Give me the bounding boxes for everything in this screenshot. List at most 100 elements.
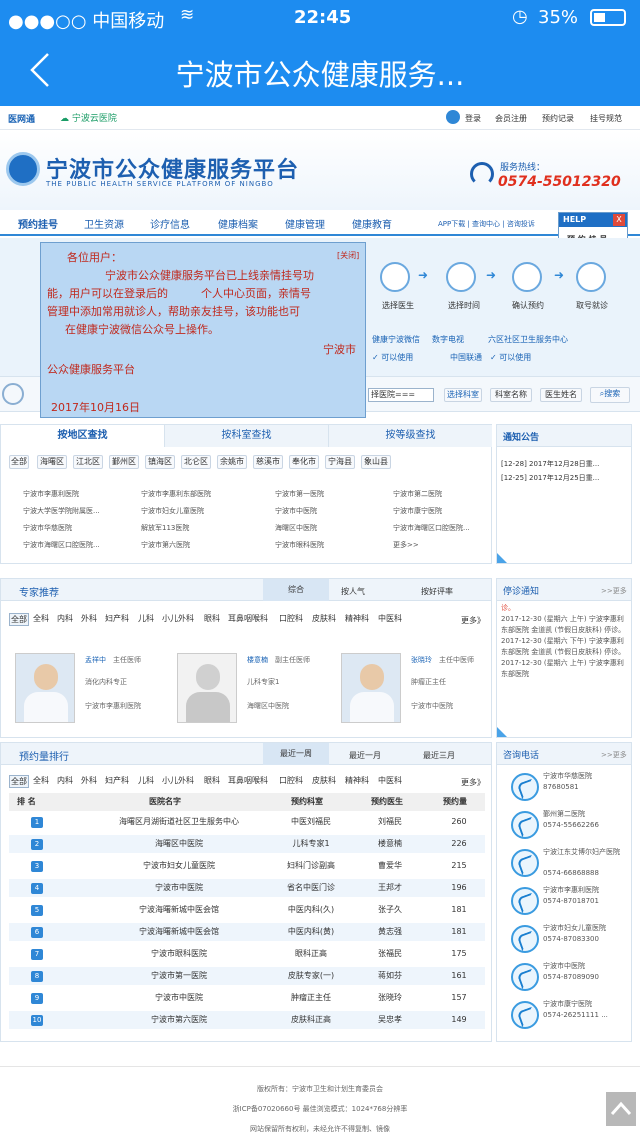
dept-tab[interactable]: 儿科 [138,775,154,786]
menu-resources[interactable]: 卫生资源 [84,216,124,231]
consult-hospital[interactable]: 宁波市李惠利医院 [543,885,629,895]
cloud-hospital-logo[interactable]: ☁ 宁波云医院 [60,111,117,124]
hospital-link[interactable]: 宁波市第六医院 [141,540,251,550]
hospital-select[interactable]: 择医院=== [368,388,434,402]
hospital-link[interactable]: 更多>> [393,540,503,550]
hospital-link[interactable]: 宁波市康宁医院 [393,506,503,516]
back-to-top-button[interactable] [606,1092,636,1126]
register-link[interactable]: 会员注册 [495,113,527,124]
table-row[interactable]: 4 宁波市中医院 省名中医门诊 王邦才 196 [9,879,485,897]
channel-unicom[interactable]: 中国联通 [450,352,482,363]
consult-hospital[interactable]: 宁波市妇女儿童医院 [543,923,629,933]
menu-right-links[interactable]: APP下载 | 查询中心 | 咨询投诉 [438,219,535,229]
doctor-photo[interactable] [15,653,75,723]
consult-hospital[interactable]: 鄞州第二医院 [543,809,629,819]
table-row[interactable]: 9 宁波市中医院 肿瘤正主任 张晓玲 157 [9,989,485,1007]
hospital-link[interactable]: 解放军113医院 [141,523,251,533]
rank-week-tab[interactable]: 最近一周 [263,743,329,765]
dept-tab[interactable]: 全科 [33,775,49,786]
tab-level[interactable]: 按等级查找 [329,425,492,447]
hospital-link[interactable]: 宁波市李惠利东部医院 [141,489,251,499]
district-item[interactable]: 宁海县 [325,455,355,469]
district-item[interactable]: 余姚市 [217,455,247,469]
hospital-link[interactable]: 宁波市海曙区口腔医院... [23,540,133,550]
menu-education[interactable]: 健康教育 [352,216,392,231]
stop-item[interactable]: 2017-12-30 (星期六 上午) 宁波李惠利东部医院 [501,658,629,680]
hospital-link[interactable]: 宁波市第一医院 [275,489,385,499]
hospital-link[interactable]: 宁波市妇女儿童医院 [141,506,251,516]
district-item[interactable]: 奉化市 [289,455,319,469]
dept-tab[interactable]: 全部 [9,613,29,626]
hospital-link[interactable]: 宁波市第二医院 [393,489,503,499]
dept-tab[interactable]: 全科 [33,613,49,624]
popup-close-button[interactable]: [关闭] [337,247,359,265]
tab-dept[interactable]: 按科室查找 [165,425,329,447]
table-row[interactable]: 1 海曙区月湖街道社区卫生服务中心 中医刘福民 刘福民 260 [9,813,485,831]
dept-tab[interactable]: 内科 [57,775,73,786]
dept-tab[interactable]: 精神科 [345,613,369,624]
menu-management[interactable]: 健康管理 [285,216,325,231]
rank-3month-tab[interactable]: 最近三月 [423,750,455,761]
consult-hospital[interactable]: 宁波市中医院 [543,961,629,971]
dept-name-input[interactable]: 科室名称 [490,388,532,402]
channel-community[interactable]: 六区社区卫生服务中心 [488,334,568,345]
hospital-link[interactable]: 海曙区中医院 [275,523,385,533]
channel-wechat[interactable]: 健康宁波微信 [372,334,420,345]
sort-rating[interactable]: 按好评率 [421,586,453,597]
district-item[interactable]: 北仑区 [181,455,211,469]
sort-overall[interactable]: 综合 [263,579,329,601]
consult-hospital[interactable]: 宁波市康宁医院 [543,999,629,1009]
consult-more-link[interactable]: >>更多 [601,750,627,760]
sort-popularity[interactable]: 按人气 [341,586,365,597]
rank-more-link[interactable]: 更多》 [461,777,485,788]
table-row[interactable]: 7 宁波市眼科医院 眼科正高 张福民 175 [9,945,485,963]
menu-diagnosis[interactable]: 诊疗信息 [150,216,190,231]
dept-tab[interactable]: 中医科 [378,775,402,786]
dept-tab[interactable]: 儿科 [138,613,154,624]
dept-select-button[interactable]: 选择科室 [444,388,482,402]
district-item[interactable]: 镇海区 [145,455,175,469]
dept-tab[interactable]: 外科 [81,613,97,624]
stop-item[interactable]: 2017-12-30 (星期六 上午) 宁波李惠利东部医院 金道凯 (节假日皮肤… [501,614,629,636]
login-link[interactable]: 登录 [465,113,481,124]
table-row[interactable]: 3 宁波市妇女儿童医院 妇科门诊副高 曹爱华 215 [9,857,485,875]
district-item[interactable]: 慈溪市 [253,455,283,469]
table-row[interactable]: 5 宁波海曙新城中医会馆 中医内科(久) 张子久 181 [9,901,485,919]
hospital-link[interactable]: 宁波市华慈医院 [23,523,133,533]
dept-tab[interactable]: 口腔科 [279,613,303,624]
dept-tab[interactable]: 眼科 [204,775,220,786]
table-row[interactable]: 2 海曙区中医院 儿科专家1 楼意楠 226 [9,835,485,853]
stop-more-link[interactable]: >>更多 [601,586,627,596]
doctor-name[interactable]: 楼意楠 [247,655,268,665]
doctor-name-input[interactable]: 医生姓名 [540,388,582,402]
district-item[interactable]: 江北区 [73,455,103,469]
rules-link[interactable]: 挂号规范 [590,113,622,124]
dept-tab[interactable]: 耳鼻咽喉科 [228,775,268,786]
table-row[interactable]: 6 宁波海曙新城中医会馆 中医内科(黄) 黄志强 181 [9,923,485,941]
records-link[interactable]: 预约记录 [542,113,574,124]
consult-hospital[interactable]: 宁波市华慈医院 [543,771,629,781]
doctor-photo[interactable] [177,653,237,723]
district-all[interactable]: 全部 [9,455,29,469]
hospital-link[interactable]: 宁波市眼科医院 [275,540,385,550]
search-button[interactable]: ⌕搜索 [590,387,630,403]
dept-tab[interactable]: 小儿外科 [162,613,194,624]
dept-tab[interactable]: 内科 [57,613,73,624]
dept-tab[interactable]: 外科 [81,775,97,786]
experts-more-link[interactable]: 更多》 [461,615,485,626]
district-item[interactable]: 象山县 [361,455,391,469]
hospital-link[interactable]: 宁波市海曙区口腔医院... [393,523,503,533]
hospital-link[interactable]: 宁波大学医学院附属医... [23,506,133,516]
menu-appointment[interactable]: 预约挂号 [18,216,58,231]
doctor-photo[interactable] [341,653,401,723]
doctor-name[interactable]: 孟祥中 [85,655,106,665]
rank-month-tab[interactable]: 最近一月 [349,750,381,761]
yiwangtong-logo[interactable]: 医网通 [8,112,35,125]
stop-item[interactable]: 2017-12-30 (星期六 下午) 宁波李惠利东部医院 金道凯 (节假日皮肤… [501,636,629,658]
dept-tab[interactable]: 口腔科 [279,775,303,786]
hospital-link[interactable]: 宁波市李惠利医院 [23,489,133,499]
dept-tab[interactable]: 皮肤科 [312,613,336,624]
help-close-button[interactable]: X [613,214,625,226]
dept-tab[interactable]: 精神科 [345,775,369,786]
menu-records[interactable]: 健康档案 [218,216,258,231]
